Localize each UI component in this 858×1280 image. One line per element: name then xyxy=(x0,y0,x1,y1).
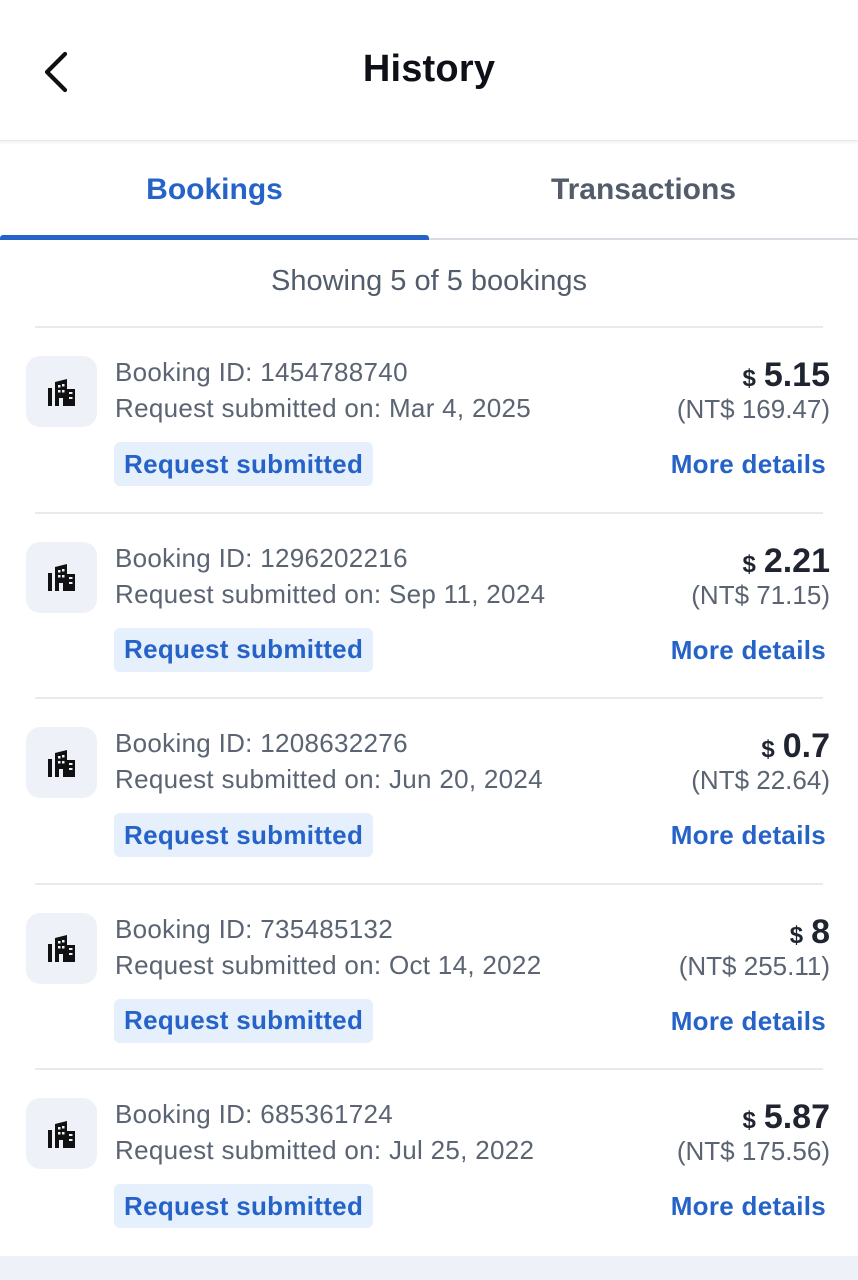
price: $ 2.21 xyxy=(742,542,830,581)
tab-bar: Bookings Transactions xyxy=(0,142,858,240)
submitted-date: Request submitted on: Sep 11, 2024 xyxy=(115,578,546,609)
price-currency: $ xyxy=(789,921,804,949)
submitted-date: Request submitted on: Oct 14, 2022 xyxy=(115,949,542,980)
status-badge: Request submitted xyxy=(114,998,374,1043)
price-amount: 8 xyxy=(811,912,830,951)
status-badge: Request submitted xyxy=(114,442,374,486)
price-local: (NT$ 22.64) xyxy=(691,765,830,796)
status-badge: Request submitted xyxy=(114,1184,374,1229)
price-local: (NT$ 71.15) xyxy=(691,579,830,610)
bottom-strip xyxy=(0,1256,858,1280)
price-amount: 2.21 xyxy=(763,541,830,580)
price-amount: 0.7 xyxy=(782,727,830,766)
tab-transactions-label: Transactions xyxy=(550,173,737,206)
tab-transactions[interactable]: Transactions xyxy=(429,142,858,238)
booking-id: Booking ID: 735485132 xyxy=(115,913,394,944)
booking-row: Booking ID: 1454788740 Request submitted… xyxy=(0,326,858,512)
price: $ 8 xyxy=(790,913,830,952)
tab-bookings-label: Bookings xyxy=(146,173,283,206)
submitted-date: Request submitted on: Jul 25, 2022 xyxy=(115,1135,535,1166)
booking-row: Booking ID: 685361724 Request submitted … xyxy=(0,1068,858,1254)
row-divider xyxy=(35,697,823,700)
submitted-date: Request submitted on: Jun 20, 2024 xyxy=(115,764,543,795)
page-title: History xyxy=(362,48,496,90)
hotel-icon xyxy=(26,727,97,799)
price-currency: $ xyxy=(761,736,775,764)
more-details-link[interactable]: More details xyxy=(671,1191,826,1222)
tab-bookings[interactable]: Bookings xyxy=(0,142,429,240)
hotel-icon xyxy=(26,1098,97,1170)
booking-row: Booking ID: 1296202216 Request submitted… xyxy=(0,511,858,698)
price-local: (NT$ 169.47) xyxy=(676,394,830,424)
booking-id: Booking ID: 1454788740 xyxy=(115,357,408,387)
hotel-icon xyxy=(26,356,97,427)
booking-id: Booking ID: 1208632276 xyxy=(115,728,408,759)
status-badge: Request submitted xyxy=(114,813,374,858)
app-header: History xyxy=(0,0,858,141)
price-amount: 5.15 xyxy=(763,356,830,394)
row-divider xyxy=(35,511,823,514)
price-currency: $ xyxy=(742,550,756,578)
submitted-date: Request submitted on: Mar 4, 2025 xyxy=(115,393,532,423)
price: $ 5.87 xyxy=(742,1098,830,1137)
more-details-link[interactable]: More details xyxy=(671,635,826,666)
more-details-link[interactable]: More details xyxy=(671,1006,826,1037)
hotel-icon xyxy=(26,912,97,984)
status-badge: Request submitted xyxy=(114,627,374,672)
bookings-summary: Showing 5 of 5 bookings xyxy=(271,265,587,297)
row-divider xyxy=(35,882,823,885)
price: $ 5.15 xyxy=(742,356,830,395)
bookings-list: Booking ID: 1454788740 Request submitted… xyxy=(0,326,858,1254)
booking-id: Booking ID: 1296202216 xyxy=(115,542,408,573)
price-local: (NT$ 175.56) xyxy=(676,1136,830,1167)
active-tab-indicator xyxy=(0,235,429,240)
price-currency: $ xyxy=(742,1107,756,1135)
booking-row: Booking ID: 1208632276 Request submitted… xyxy=(0,697,858,883)
hotel-icon xyxy=(26,541,97,613)
price: $ 0.7 xyxy=(761,727,830,766)
more-details-link[interactable]: More details xyxy=(671,449,826,480)
row-divider xyxy=(35,1068,823,1071)
row-divider xyxy=(35,326,823,328)
more-details-link[interactable]: More details xyxy=(671,820,826,851)
price-currency: $ xyxy=(742,365,756,392)
price-local: (NT$ 255.11) xyxy=(678,950,830,981)
booking-id: Booking ID: 685361724 xyxy=(115,1099,394,1130)
price-amount: 5.87 xyxy=(763,1098,830,1137)
booking-row: Booking ID: 735485132 Request submitted … xyxy=(0,882,858,1069)
